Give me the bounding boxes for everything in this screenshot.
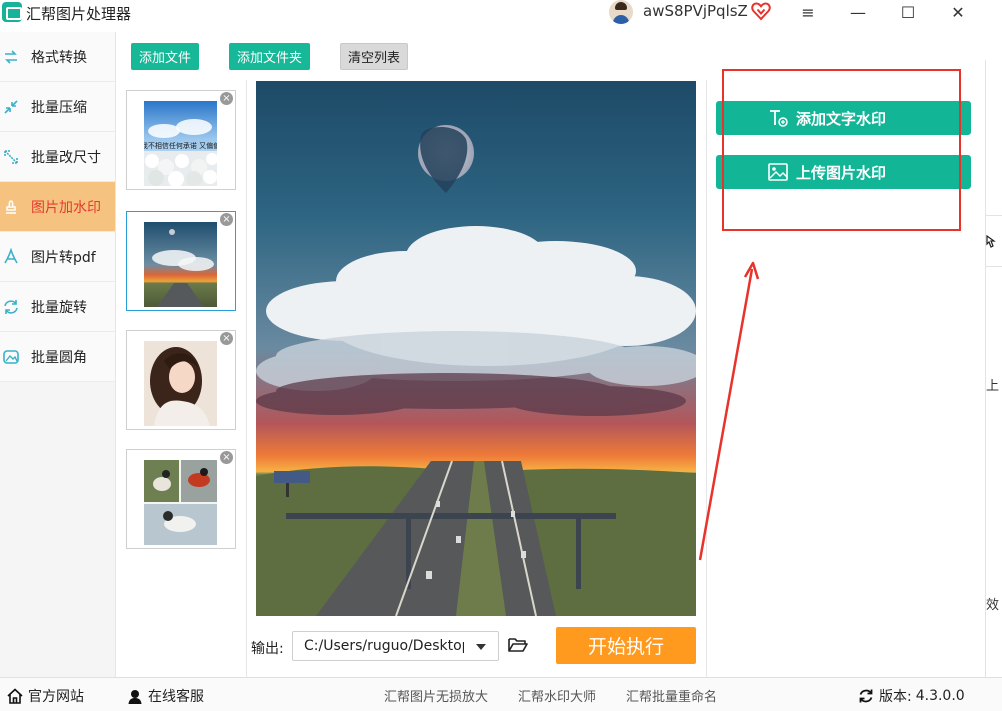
compress-icon	[4, 99, 18, 114]
minimize-icon[interactable]: —	[838, 0, 878, 24]
image-preview	[256, 81, 696, 616]
online-service-label: 在线客服	[148, 689, 204, 705]
sidebar-item-rotate[interactable]: 批量旋转	[0, 282, 115, 332]
version-info[interactable]: 版本: 4.3.0.0	[858, 686, 965, 706]
menu-icon[interactable]: ≡	[788, 0, 828, 24]
thumbnail-caption: 我不相信任何承诺 又偏偏	[144, 141, 217, 150]
output-path-value: C:/Users/ruguo/Desktop	[304, 638, 464, 654]
refresh-icon	[859, 689, 873, 703]
background-text-1: 上	[986, 379, 1000, 394]
sidebar-item-label: 批量圆角	[31, 349, 87, 366]
remove-thumbnail-icon[interactable]: ×	[220, 92, 233, 105]
sidebar-item-label: 格式转换	[31, 49, 87, 66]
add-folder-button[interactable]: 添加文件夹	[229, 43, 310, 70]
sidebar-item-format-convert[interactable]: 格式转换	[0, 32, 115, 82]
thumbnail-image	[144, 222, 217, 307]
sidebar-item-label: 批量压缩	[31, 99, 87, 116]
link-batch-rename[interactable]: 汇帮批量重命名	[626, 686, 717, 705]
rotate-icon	[4, 299, 18, 314]
sidebar-item-rounded-corner[interactable]: 批量圆角	[0, 332, 115, 382]
image-list: 我不相信任何承诺 又偏偏 × × × ×	[117, 80, 247, 677]
sidebar-item-to-pdf[interactable]: 图片转pdf	[0, 232, 115, 282]
add-file-button[interactable]: 添加文件	[131, 43, 199, 70]
sidebar-item-label: 图片加水印	[31, 199, 101, 216]
avatar[interactable]	[609, 0, 633, 24]
thumbnail-image	[144, 341, 217, 426]
app-logo-icon	[2, 2, 22, 22]
highlight-arrow	[698, 261, 760, 561]
version-value: 4.3.0.0	[915, 688, 965, 704]
remove-thumbnail-icon[interactable]: ×	[220, 451, 233, 464]
remove-thumbnail-icon[interactable]: ×	[220, 332, 233, 345]
sidebar: 格式转换 批量压缩 批量改尺寸 图片加水印 图片转pdf 批量旋转 批量圆角	[0, 32, 116, 677]
birds-collage-thumbnail[interactable]: ×	[126, 449, 236, 549]
close-icon[interactable]: ✕	[938, 0, 978, 24]
status-bar: 官方网站 在线客服 汇帮图片无损放大 汇帮水印大师 汇帮批量重命名 版本: 4.…	[0, 677, 1002, 711]
watermark-icon	[6, 199, 16, 214]
clear-list-button[interactable]: 清空列表	[340, 43, 408, 70]
resize-icon	[4, 149, 18, 164]
output-label: 输出:	[251, 641, 284, 657]
maximize-icon[interactable]: ☐	[888, 0, 928, 24]
highway-sunset-thumbnail[interactable]: ×	[126, 211, 236, 311]
version-label: 版本:	[879, 689, 912, 705]
vip-heart-icon[interactable]	[751, 1, 771, 21]
pdf-icon	[4, 247, 18, 263]
sidebar-item-resize[interactable]: 批量改尺寸	[0, 132, 115, 182]
link-watermark-master[interactable]: 汇帮水印大师	[518, 686, 596, 705]
highlight-box	[722, 69, 961, 231]
anime-girl-thumbnail[interactable]: ×	[126, 330, 236, 430]
start-button[interactable]: 开始执行	[556, 627, 696, 664]
home-icon	[7, 688, 23, 704]
online-service-link[interactable]: 在线客服	[127, 686, 204, 706]
sidebar-item-label: 批量旋转	[31, 299, 87, 316]
link-image-upscale[interactable]: 汇帮图片无损放大	[384, 686, 488, 705]
official-site-label: 官方网站	[28, 689, 84, 705]
app-window: 汇帮图片处理器 awS8PVjPqlsZ ≡ — ☐ ✕ 格式转换 批量压缩 批…	[0, 0, 1002, 711]
output-path-select[interactable]: C:/Users/ruguo/Desktop	[292, 631, 499, 661]
sidebar-item-watermark[interactable]: 图片加水印	[0, 182, 115, 232]
app-title: 汇帮图片处理器	[26, 5, 132, 23]
clouds-flowers-thumbnail[interactable]: 我不相信任何承诺 又偏偏 ×	[126, 90, 236, 190]
format-convert-icon	[5, 49, 17, 64]
thumbnail-image: 我不相信任何承诺 又偏偏	[144, 101, 217, 186]
sidebar-item-label: 图片转pdf	[31, 249, 96, 266]
sidebar-item-label: 批量改尺寸	[31, 149, 101, 166]
thumbnail-image	[144, 460, 217, 545]
chevron-down-icon[interactable]	[476, 644, 486, 650]
title-bar: 汇帮图片处理器 awS8PVjPqlsZ ≡ — ☐ ✕	[0, 0, 1002, 26]
sidebar-item-compress[interactable]: 批量压缩	[0, 82, 115, 132]
rounded-corner-icon	[3, 349, 19, 364]
remove-thumbnail-icon[interactable]: ×	[220, 213, 233, 226]
pointer-icon	[986, 235, 996, 248]
folder-open-icon[interactable]	[508, 636, 528, 654]
background-window: 上 效	[985, 60, 1002, 677]
customer-service-icon	[128, 690, 142, 704]
official-site-link[interactable]: 官方网站	[7, 686, 84, 706]
background-text-2: 效	[986, 598, 1000, 613]
username[interactable]: awS8PVjPqlsZ	[643, 2, 748, 20]
